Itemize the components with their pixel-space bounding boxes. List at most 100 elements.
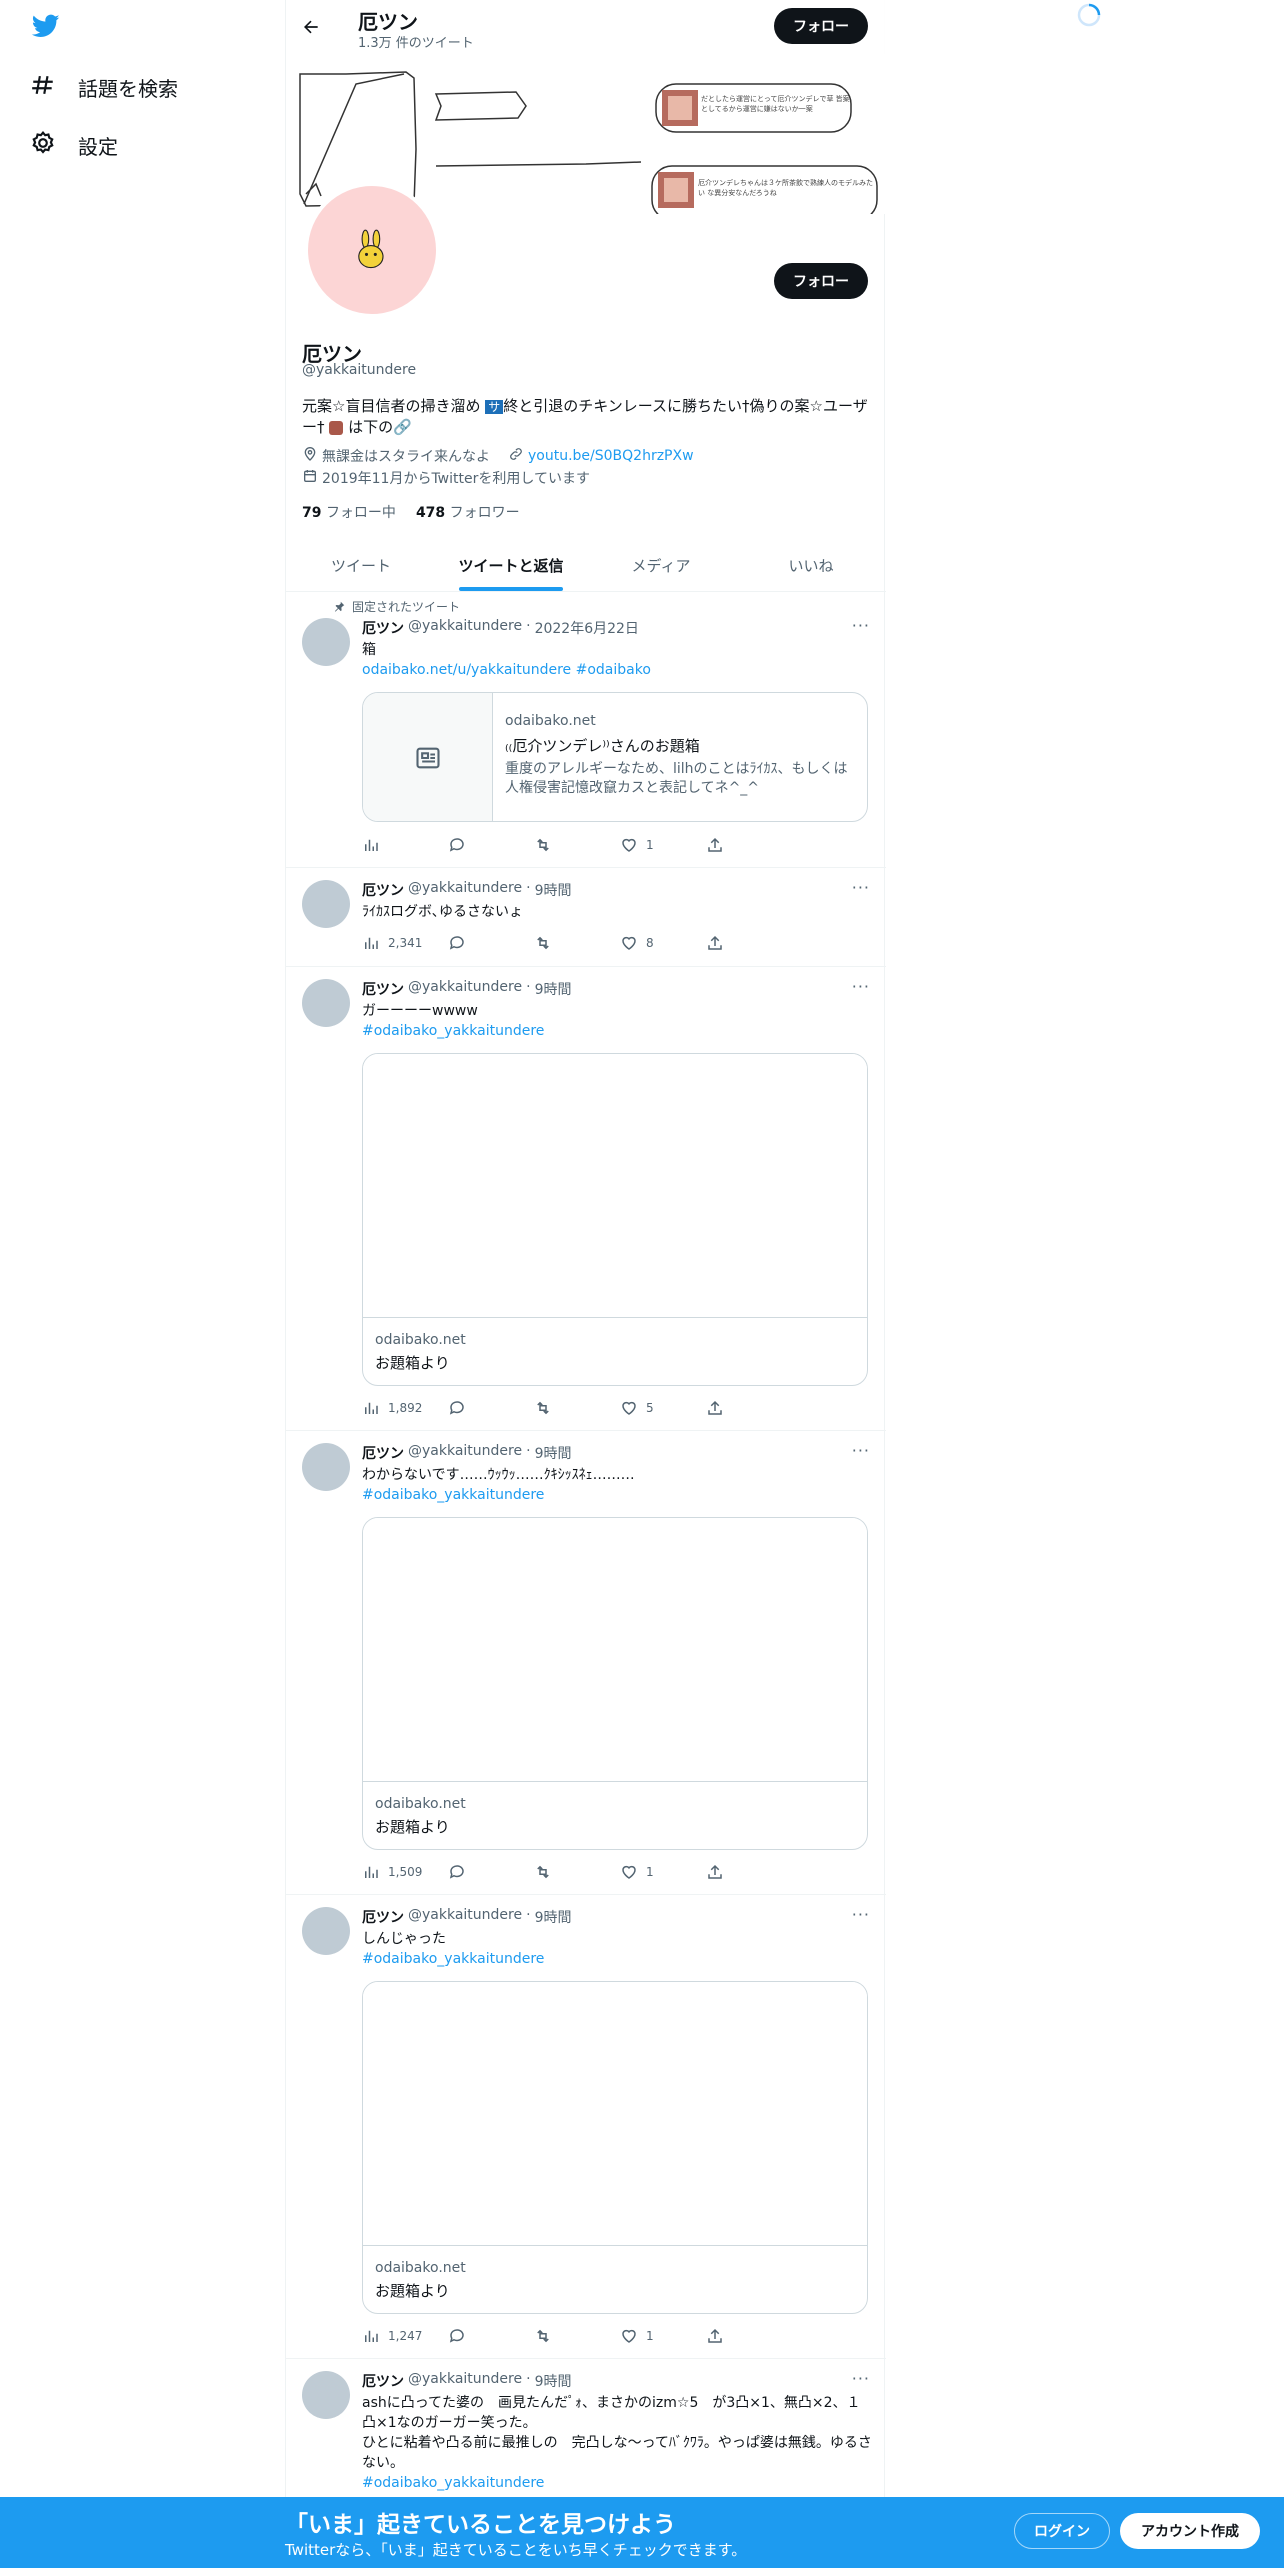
tweet-author-handle[interactable]: @yakkaitundere <box>408 618 522 638</box>
tweet-hashtag[interactable]: #odaibako_yakkaitundere <box>362 2475 544 2491</box>
tweet-hashtag[interactable]: #odaibako_yakkaitundere <box>362 1951 544 1967</box>
tweet[interactable]: 厄ツン @yakkaitundere · 9時間 ··· しんじゃった #oda… <box>286 1895 886 2359</box>
tweet-timestamp[interactable]: 9時間 <box>535 1907 572 1927</box>
reply-button[interactable] <box>448 1399 534 1417</box>
profile-location: 無課金はスタライ来んなよ <box>322 449 490 465</box>
create-account-button[interactable]: アカウント作成 <box>1120 2513 1260 2549</box>
tweet-text-line-2: ひとに粘着や凸る前に最推しの 完凸しな〜ってﾊﾞｸﾜﾗ。やっぱ婆は無銭。ゆるさな… <box>362 2435 872 2471</box>
like-button[interactable]: 1 <box>620 1863 706 1881</box>
more-options-icon[interactable]: ··· <box>852 878 870 897</box>
share-button[interactable] <box>706 1399 792 1417</box>
tweet-author-name[interactable]: 厄ツン <box>362 2371 404 2391</box>
views-button[interactable]: 1,509 <box>362 1863 448 1881</box>
tweet-author-name[interactable]: 厄ツン <box>362 880 404 900</box>
share-button[interactable] <box>706 836 792 854</box>
link-card[interactable]: odaibako.net お題箱より <box>362 1517 868 1850</box>
retweet-button[interactable] <box>534 2327 620 2345</box>
avatar[interactable] <box>302 618 350 666</box>
followers-link[interactable]: 478 フォロワー <box>416 502 520 522</box>
tab-media[interactable]: メディア <box>586 540 736 591</box>
tweet-author-handle[interactable]: @yakkaitundere <box>408 1443 522 1463</box>
retweet-button[interactable] <box>534 836 620 854</box>
share-button[interactable] <box>706 2327 792 2345</box>
tweet-author-name[interactable]: 厄ツン <box>362 618 404 638</box>
retweet-button[interactable] <box>534 1863 620 1881</box>
avatar[interactable] <box>302 880 350 928</box>
reply-button[interactable] <box>448 934 534 952</box>
tweet-timestamp[interactable]: 9時間 <box>535 880 572 900</box>
bio-badge: サ <box>485 400 504 414</box>
tweet-pinned[interactable]: 固定されたツイート 厄ツン @yakkaitundere · 2022年6月22… <box>286 592 886 868</box>
like-button[interactable]: 1 <box>620 836 706 854</box>
tweet-author-name[interactable]: 厄ツン <box>362 1443 404 1463</box>
tab-tweets-and-replies[interactable]: ツイートと返信 <box>436 540 586 591</box>
following-label: フォロー中 <box>325 505 396 521</box>
tweet[interactable]: 厄ツン @yakkaitundere · 9時間 ··· ﾗｲｶｽログボ､ゆるさ… <box>286 868 886 967</box>
tweet[interactable]: 厄ツン @yakkaitundere · 9時間 ··· ashに凸ってた婆の … <box>286 2359 886 2497</box>
pinned-indicator: 固定されたツイート <box>332 598 460 615</box>
tweet-author-handle[interactable]: @yakkaitundere <box>408 979 522 999</box>
like-button[interactable]: 1 <box>620 2327 706 2345</box>
share-button[interactable] <box>706 1863 792 1881</box>
avatar[interactable] <box>302 2371 350 2419</box>
tweet-timestamp[interactable]: 9時間 <box>535 979 572 999</box>
profile-follow-button[interactable]: フォロー <box>774 263 868 299</box>
more-options-icon[interactable]: ··· <box>852 1905 870 1924</box>
more-options-icon[interactable]: ··· <box>852 1441 870 1460</box>
views-button[interactable]: 1,892 <box>362 1399 448 1417</box>
like-button[interactable]: 8 <box>620 934 706 952</box>
tweet[interactable]: 厄ツン @yakkaitundere · 9時間 ··· わからないです……ｳｯ… <box>286 1431 886 1895</box>
link-icon <box>508 446 524 466</box>
tweet-timestamp[interactable]: 9時間 <box>535 2371 572 2391</box>
link-card[interactable]: odaibako.net お題箱より <box>362 1053 868 1386</box>
tweet-author-name[interactable]: 厄ツン <box>362 1907 404 1927</box>
nav-explore[interactable]: 話題を検索 <box>30 72 178 103</box>
tweet-timestamp[interactable]: 2022年6月22日 <box>535 618 639 638</box>
reply-icon <box>449 2329 464 2343</box>
more-options-icon[interactable]: ··· <box>852 977 870 996</box>
reply-button[interactable] <box>448 2327 534 2345</box>
calendar-icon <box>302 468 318 488</box>
retweet-button[interactable] <box>534 934 620 952</box>
tweet-author-handle[interactable]: @yakkaitundere <box>408 2371 522 2391</box>
heart-icon <box>622 2329 636 2343</box>
nav-settings[interactable]: 設定 <box>30 130 118 161</box>
tweet-author-handle[interactable]: @yakkaitundere <box>408 1907 522 1927</box>
header-tweet-count: 1.3万 件のツイート <box>358 36 474 51</box>
share-button[interactable] <box>706 934 792 952</box>
retweet-icon <box>537 936 549 950</box>
twitter-logo-icon[interactable] <box>30 12 66 44</box>
reply-button[interactable] <box>448 836 534 854</box>
views-button[interactable]: 2,341 <box>362 934 448 952</box>
tweet-timestamp[interactable]: 9時間 <box>535 1443 572 1463</box>
tweet-author-name[interactable]: 厄ツン <box>362 979 404 999</box>
tweet-hashtag[interactable]: #odaibako_yakkaitundere <box>362 1487 544 1503</box>
following-link[interactable]: 79 フォロー中 <box>302 502 396 522</box>
profile-avatar[interactable] <box>304 182 440 318</box>
views-button[interactable] <box>362 836 448 854</box>
tab-tweets[interactable]: ツイート <box>286 540 436 591</box>
like-button[interactable]: 5 <box>620 1399 706 1417</box>
link-card[interactable]: odaibako.net お題箱より <box>362 1981 868 2314</box>
retweet-icon <box>537 1401 549 1415</box>
login-button[interactable]: ログイン <box>1014 2513 1110 2549</box>
avatar[interactable] <box>302 979 350 1027</box>
more-options-icon[interactable]: ··· <box>852 616 870 635</box>
back-button[interactable] <box>296 12 326 42</box>
link-card[interactable]: odaibako.net ₍₍厄介ツンデレ⁾⁾さんのお題箱 重度のアレルギーなた… <box>362 692 868 822</box>
tweet-hashtag[interactable]: #odaibako <box>576 662 651 678</box>
profile-website-link[interactable]: youtu.be/S0BQ2hrzPXw <box>528 448 694 464</box>
avatar[interactable] <box>302 1907 350 1955</box>
avatar[interactable] <box>302 1443 350 1491</box>
tab-likes[interactable]: いいね <box>736 540 886 591</box>
tweet-link[interactable]: odaibako.net/u/yakkaitundere <box>362 662 571 678</box>
card-description: 重度のアレルギーなため、lilhのことはﾗｲｶｽ、もしくは人権侵害記憶改竄カスと… <box>505 761 848 796</box>
views-button[interactable]: 1,247 <box>362 2327 448 2345</box>
more-options-icon[interactable]: ··· <box>852 2369 870 2388</box>
reply-button[interactable] <box>448 1863 534 1881</box>
header-follow-button[interactable]: フォロー <box>774 8 868 44</box>
tweet[interactable]: 厄ツン @yakkaitundere · 9時間 ··· ガーーーーwwww #… <box>286 967 886 1431</box>
retweet-button[interactable] <box>534 1399 620 1417</box>
tweet-hashtag[interactable]: #odaibako_yakkaitundere <box>362 1023 544 1039</box>
tweet-author-handle[interactable]: @yakkaitundere <box>408 880 522 900</box>
